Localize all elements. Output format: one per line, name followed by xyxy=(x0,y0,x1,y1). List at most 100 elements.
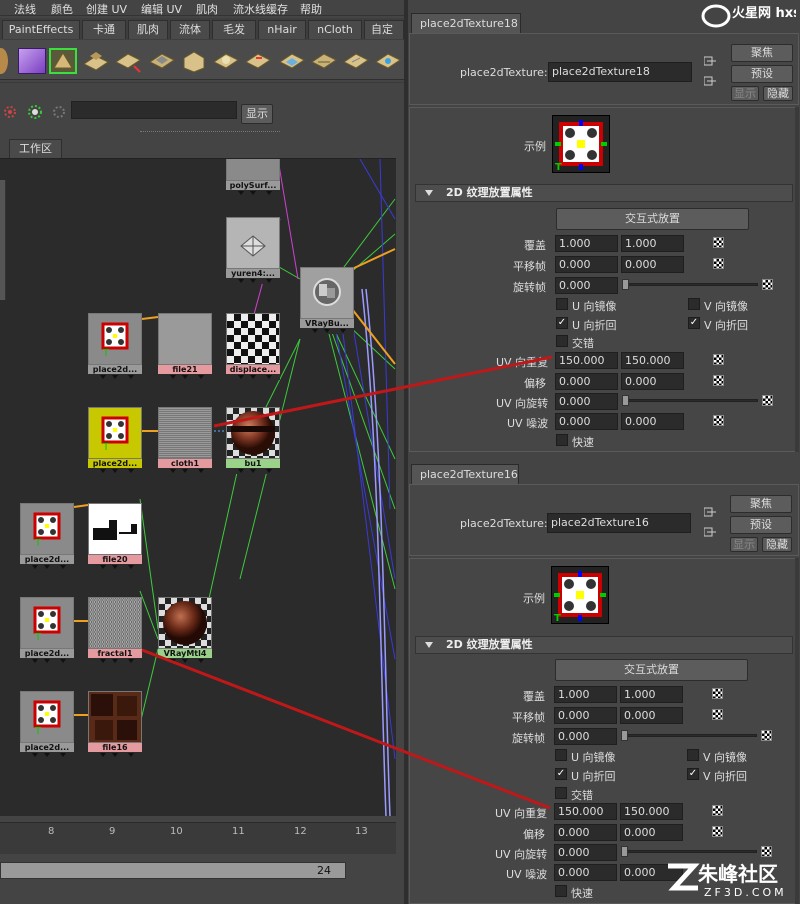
slider-knob[interactable] xyxy=(621,846,628,857)
map-button-icon[interactable] xyxy=(713,258,724,269)
offset-v-field[interactable]: 0.000 xyxy=(621,373,684,390)
display-button[interactable]: 显示 xyxy=(241,104,273,124)
menu-edit-uv[interactable]: 编辑 UV xyxy=(141,1,182,17)
offset-u-field[interactable]: 0.000 xyxy=(554,824,617,841)
node-place2d-e[interactable]: T place2d... xyxy=(20,691,74,758)
slider-knob[interactable] xyxy=(622,395,629,406)
map-button-icon[interactable] xyxy=(712,688,723,699)
arrow-out-icon[interactable] xyxy=(703,76,716,86)
hypershade-work-area[interactable]: polySurf... yuren4:... VRayBu... T place… xyxy=(0,158,396,816)
sphere-icon[interactable] xyxy=(0,48,8,74)
rotate-uv-slider[interactable] xyxy=(621,850,757,853)
node-yuren4[interactable]: yuren4:... xyxy=(226,217,280,284)
wrap-v-checkbox[interactable]: ✓ xyxy=(687,768,699,780)
interactive-placement-button[interactable]: 交互式放置 xyxy=(555,659,748,681)
presets-button[interactable]: 预设 xyxy=(731,65,793,83)
menu-create-uv[interactable]: 创建 UV xyxy=(86,1,127,17)
scrollbar[interactable] xyxy=(795,107,799,452)
node-displace[interactable]: displace... xyxy=(226,313,280,380)
rotate-frame-field[interactable]: 0.000 xyxy=(555,277,618,294)
hide-button[interactable]: 隐藏 xyxy=(762,537,792,552)
mirror-u-checkbox[interactable] xyxy=(555,749,567,761)
graph-both-icon[interactable] xyxy=(26,104,44,120)
coverage-v-field[interactable]: 1.000 xyxy=(620,686,683,703)
offset-u-field[interactable]: 0.000 xyxy=(555,373,618,390)
arrow-in-icon[interactable] xyxy=(703,507,716,517)
noise-u-field[interactable]: 0.000 xyxy=(554,864,617,881)
translate-v-field[interactable]: 0.000 xyxy=(620,707,683,724)
stagger-checkbox[interactable] xyxy=(556,335,568,347)
menu-normals[interactable]: 法线 xyxy=(14,1,36,17)
section-2d-texture-placement[interactable]: 2D 纹理放置属性 xyxy=(415,636,793,654)
shelf-tab-nhair[interactable]: nHair xyxy=(258,20,306,39)
node-file21[interactable]: file21 xyxy=(158,313,212,380)
slider-knob[interactable] xyxy=(622,279,629,290)
map-button-icon[interactable] xyxy=(713,415,724,426)
node-place2d-b[interactable]: T place2d... xyxy=(88,407,142,474)
node-place2d-a[interactable]: T place2d... xyxy=(88,313,142,380)
node-polysurf[interactable]: polySurf... xyxy=(226,159,280,196)
map-button-icon[interactable] xyxy=(713,237,724,248)
repeat-v-field[interactable]: 150.000 xyxy=(620,803,683,820)
box-map-icon[interactable] xyxy=(180,48,208,74)
offset-v-field[interactable]: 0.000 xyxy=(620,824,683,841)
rotate-frame-field[interactable]: 0.000 xyxy=(554,728,617,745)
node-fractal1[interactable]: fractal1 xyxy=(88,597,142,664)
translate-v-field[interactable]: 0.000 xyxy=(621,256,684,273)
pane-splitter[interactable] xyxy=(140,131,280,135)
mirror-v-checkbox[interactable] xyxy=(688,298,700,310)
noise-v-field[interactable]: 0.000 xyxy=(621,413,684,430)
node-name-field[interactable]: place2dTexture16 xyxy=(547,513,691,533)
search-field[interactable] xyxy=(71,101,237,119)
unfold-uv-icon[interactable] xyxy=(310,48,338,74)
layout-uv-icon[interactable] xyxy=(278,48,306,74)
translate-u-field[interactable]: 0.000 xyxy=(555,256,618,273)
repeat-v-field[interactable]: 150.000 xyxy=(621,352,684,369)
sew-uv-icon[interactable] xyxy=(342,48,370,74)
uv-plane-selected-icon[interactable] xyxy=(49,48,77,74)
map-button-icon[interactable] xyxy=(761,730,772,741)
scrollbar[interactable] xyxy=(795,558,799,904)
interactive-placement-button[interactable]: 交互式放置 xyxy=(556,208,749,230)
sphere-map-icon[interactable] xyxy=(212,48,240,74)
menu-muscle[interactable]: 肌肉 xyxy=(196,1,218,17)
node-vraybump[interactable]: VRayBu... xyxy=(300,267,354,334)
time-ruler[interactable]: 8 9 10 11 12 13 xyxy=(0,822,396,854)
cylinder-map-icon[interactable] xyxy=(148,48,176,74)
coverage-u-field[interactable]: 1.000 xyxy=(554,686,617,703)
node-place2d-d[interactable]: T place2d... xyxy=(20,597,74,664)
wrap-v-checkbox[interactable]: ✓ xyxy=(688,317,700,329)
node-cloth1[interactable]: cloth1 xyxy=(158,407,212,474)
focus-button[interactable]: 聚焦 xyxy=(730,495,792,513)
shelf-tab-ncloth[interactable]: nCloth xyxy=(308,20,362,39)
show-button[interactable]: 显示 xyxy=(731,86,759,101)
arrow-out-icon[interactable] xyxy=(703,527,716,537)
repeat-u-field[interactable]: 150.000 xyxy=(554,803,617,820)
node-bu1[interactable]: bu1 xyxy=(226,407,280,474)
map-button-icon[interactable] xyxy=(762,279,773,290)
arrow-in-icon[interactable] xyxy=(703,56,716,66)
rotate-frame-slider[interactable] xyxy=(621,734,757,737)
menu-pipeline-cache[interactable]: 流水线缓存 xyxy=(233,1,288,17)
rotate-uv-field[interactable]: 0.000 xyxy=(554,844,617,861)
range-slider[interactable]: 24 xyxy=(0,862,346,879)
fast-checkbox[interactable] xyxy=(556,434,568,446)
slider-knob[interactable] xyxy=(621,730,628,741)
menu-help[interactable]: 帮助 xyxy=(300,1,322,17)
rotate-uv-field[interactable]: 0.000 xyxy=(555,393,618,410)
section-2d-texture-placement[interactable]: 2D 纹理放置属性 xyxy=(415,184,793,202)
stagger-checkbox[interactable] xyxy=(555,787,567,799)
focus-button[interactable]: 聚焦 xyxy=(731,44,793,62)
hide-button[interactable]: 隐藏 xyxy=(763,86,793,101)
shelf-tab-painteffects[interactable]: PaintEffects xyxy=(2,20,80,39)
cut-uv-icon[interactable] xyxy=(374,48,402,74)
shelf-tab-muscle[interactable]: 肌肉 xyxy=(128,20,168,39)
wrap-u-checkbox[interactable]: ✓ xyxy=(555,768,567,780)
show-button[interactable]: 显示 xyxy=(730,537,758,552)
node-file16[interactable]: file16 xyxy=(88,691,142,758)
coverage-u-field[interactable]: 1.000 xyxy=(555,235,618,252)
translate-u-field[interactable]: 0.000 xyxy=(554,707,617,724)
mirror-u-checkbox[interactable] xyxy=(556,298,568,310)
node-name-field[interactable]: place2dTexture18 xyxy=(548,62,692,82)
map-button-icon[interactable] xyxy=(712,826,723,837)
